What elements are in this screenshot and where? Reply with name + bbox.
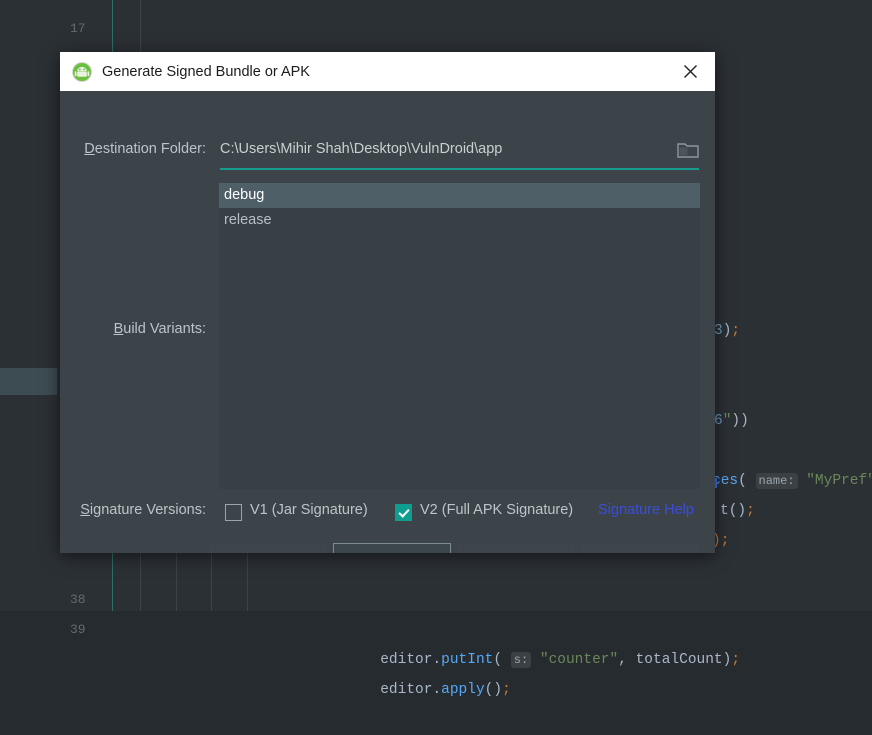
destination-underline [220,168,699,170]
list-item-release[interactable]: release [219,208,700,233]
previous-button[interactable]: PREVIOUS [209,543,327,553]
finish-button[interactable]: FINISH [333,543,451,553]
cancel-button[interactable]: CANCEL [457,543,575,553]
signature-help-link[interactable]: Signature Help [598,502,694,518]
dialog-titlebar: Generate Signed Bundle or APK [60,52,715,91]
dialog-body: Destination Folder: Build Variants: debu… [60,91,715,553]
signature-versions-label-rest: ignature Versions: [89,502,206,518]
line-number: 39 [70,622,86,637]
mnemonic-s: S [80,502,90,518]
signature-versions-label: Signature Versions: [60,502,206,518]
code-line-18: 18 public int totalCount=0; [0,15,872,128]
close-icon[interactable] [675,57,705,87]
destination-folder-label: Destination Folder: [60,141,206,157]
code-line-38: 38 editor.putInt( s: "counter", totalCou… [0,555,872,668]
v1-checkbox[interactable] [225,504,242,521]
build-variants-label: Build Variants: [60,321,206,337]
v1-checkbox-label[interactable]: V1 (Jar Signature) [250,502,368,518]
signature-versions-row: Signature Versions: V1 (Jar Signature) V… [60,499,715,525]
destination-folder-label-rest: estination Folder: [94,141,206,157]
build-variants-list[interactable]: debug release [219,183,700,489]
build-variants-label-rest: uild Variants: [123,321,206,337]
mnemonic-d: D [84,141,95,157]
v2-checkbox-label[interactable]: V2 (Full APK Signature) [420,502,573,518]
dialog-title: Generate Signed Bundle or APK [102,63,310,80]
help-button[interactable]: HELP [581,543,699,553]
android-robot-icon [72,61,92,82]
folder-icon[interactable] [677,140,699,160]
destination-folder-input[interactable] [220,141,640,157]
code-line-17: 17 ◇ public class LogMe extends AppCompa… [0,0,872,127]
mnemonic-b: B [113,321,124,337]
list-item-debug[interactable]: debug [219,183,700,208]
v2-checkbox[interactable] [395,504,412,521]
generate-signed-bundle-dialog: Generate Signed Bundle or APK Destinatio… [60,52,715,553]
